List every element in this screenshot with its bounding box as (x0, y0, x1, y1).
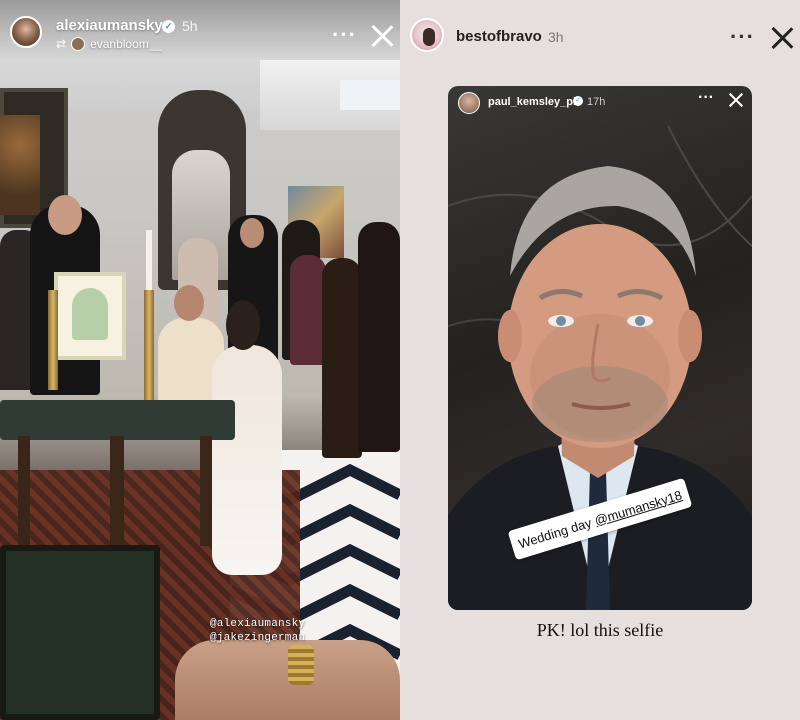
story-left[interactable]: alexiaumansky ✓ 5h ⇄ evanbloom__ ··· @al… (0, 0, 400, 720)
story-caption: PK! lol this selfie (536, 620, 664, 640)
reposted-avatar (71, 37, 86, 51)
more-icon[interactable]: ··· (332, 24, 357, 46)
avatar[interactable] (410, 18, 444, 52)
post-time: 3h (548, 29, 564, 45)
shared-username[interactable]: paul_kemsley_pk (488, 96, 579, 108)
shared-story-card[interactable]: paul_kemsley_pk ✓ 17h ··· Wedding day @m… (448, 86, 752, 610)
more-icon[interactable]: ··· (730, 26, 755, 48)
more-icon[interactable]: ··· (698, 90, 714, 106)
repost-attribution[interactable]: ⇄ evanbloom__ (56, 37, 162, 51)
avatar-figure (423, 28, 435, 46)
story-header: alexiaumansky ✓ 5h ⇄ evanbloom__ ··· (0, 0, 400, 60)
mention-tag[interactable]: @jakezingerman (210, 632, 305, 644)
story-right[interactable]: bestofbravo 3h ··· paul_kemsley_pk ✓ 17h… (400, 0, 800, 720)
reposted-username[interactable]: evanbloom__ (90, 37, 162, 51)
verified-badge-icon: ✓ (162, 20, 175, 33)
verified-badge-icon: ✓ (573, 96, 583, 106)
post-time: 5h (182, 18, 198, 34)
username[interactable]: alexiaumansky (56, 17, 163, 34)
shared-post-time: 17h (587, 96, 606, 108)
repost-icon: ⇄ (56, 37, 67, 51)
avatar[interactable] (10, 16, 42, 48)
wedding-photo (0, 0, 400, 720)
close-icon[interactable] (728, 92, 744, 108)
mention-tag[interactable]: @alexiaumansky (210, 618, 305, 630)
story-header: bestofbravo 3h ··· (400, 0, 800, 60)
close-icon[interactable] (370, 24, 394, 48)
username[interactable]: bestofbravo (456, 28, 542, 45)
shared-avatar[interactable] (458, 92, 480, 114)
close-icon[interactable] (770, 26, 794, 50)
